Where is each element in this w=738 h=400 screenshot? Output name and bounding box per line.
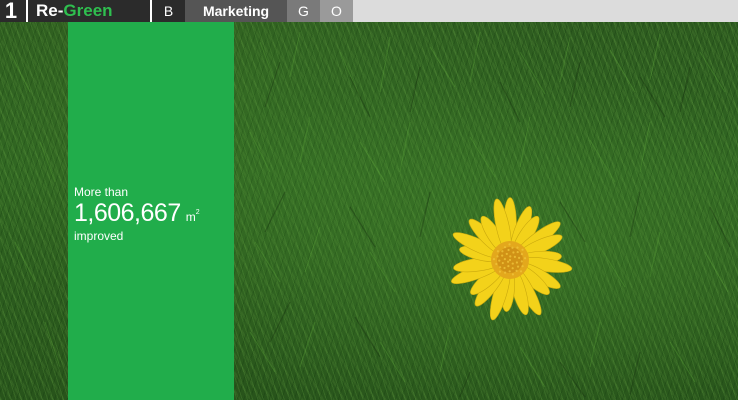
flower-seed (519, 270, 523, 273)
stat-unit-base: m (185, 210, 196, 224)
flower-seed (501, 254, 504, 257)
nav-item-o[interactable]: O (320, 0, 353, 22)
flower-seed (515, 269, 518, 272)
stat-row: 1,606,667 m2 (74, 200, 200, 230)
slide-number: 1 (4, 0, 18, 23)
flower-seed (523, 257, 527, 260)
flower-seed (507, 265, 510, 268)
flower-seed (511, 273, 515, 276)
flower-seed (521, 265, 524, 268)
yellow-daisy-icon (451, 197, 573, 321)
top-bar: 1 Re-Green B Marketing G O (0, 0, 738, 22)
brand-name: Re-Green (36, 0, 113, 22)
flower-seed (501, 261, 504, 265)
brand-divider (26, 0, 28, 22)
flower-seed (507, 248, 510, 252)
flower-seed (518, 256, 521, 259)
flower-seed (511, 262, 514, 265)
brand-prefix: Re- (36, 1, 64, 20)
flower-seed (505, 252, 508, 256)
flower-seed (498, 270, 502, 273)
slide: 1 Re-Green B Marketing G O More than 1,6… (0, 0, 738, 400)
flower-seed (506, 260, 510, 263)
stat-panel: More than 1,606,667 m2 improved (68, 22, 234, 400)
flower-seed (513, 255, 516, 258)
flower-seed (496, 250, 500, 253)
stat-suffix: improved (74, 229, 124, 243)
flower-seed (520, 253, 523, 256)
stat-unit: m2 (186, 200, 200, 230)
flower-seed (499, 266, 502, 269)
flower-seed (498, 259, 501, 262)
flower-seed (504, 271, 507, 274)
flower-seed (508, 243, 511, 246)
flower-seed (509, 255, 512, 258)
flower-seed (508, 270, 511, 273)
flower-seed (495, 262, 498, 266)
flower-seed (503, 246, 507, 249)
stat-unit-exponent: 2 (195, 209, 200, 216)
flower-seed (501, 250, 504, 253)
flower-seed (516, 246, 519, 249)
flower-seed (516, 265, 520, 268)
flower-seed (511, 267, 514, 270)
flower-seed (508, 258, 512, 262)
flower-seed (496, 255, 499, 258)
stat-prefix: More than (74, 185, 129, 199)
flower-seed (521, 248, 524, 251)
brand-suffix: Green (63, 1, 113, 20)
flower-seed (511, 246, 514, 249)
nav-item-b[interactable]: B (152, 0, 185, 22)
stat-value: 1,606,667 (74, 199, 181, 227)
flower-seed (492, 258, 496, 261)
flower-seed (515, 261, 519, 264)
nav-item-g[interactable]: G (287, 0, 320, 22)
flower-seed (520, 260, 523, 263)
nav-item-marketing[interactable]: Marketing (185, 0, 287, 22)
flower-seed (503, 266, 506, 270)
stat-block: More than 1,606,667 m2 improved (74, 185, 200, 242)
flower-seed (503, 258, 506, 261)
brand[interactable]: 1 Re-Green (0, 0, 150, 22)
flower-seed (516, 250, 519, 254)
flower-seed (512, 251, 515, 254)
